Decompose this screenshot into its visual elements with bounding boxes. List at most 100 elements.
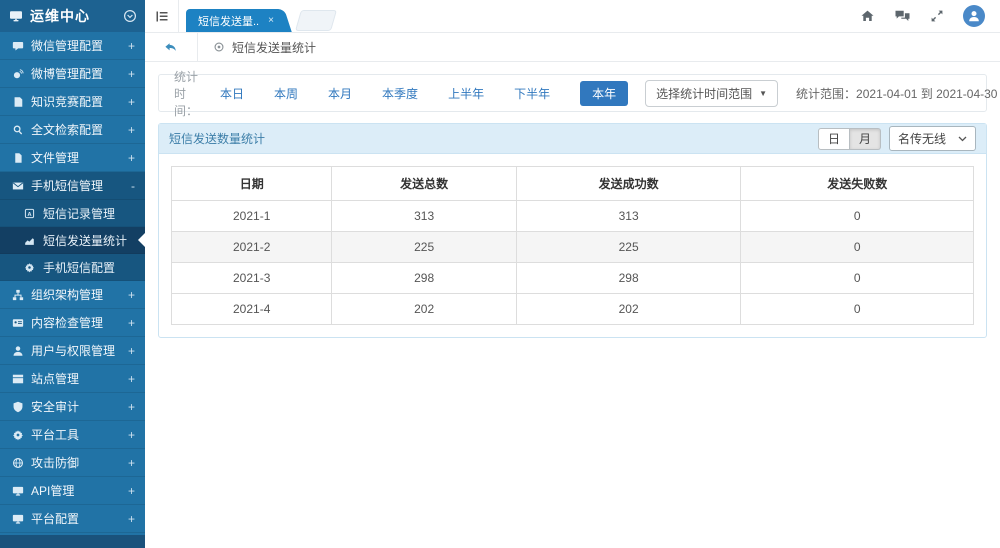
expand-indicator: + bbox=[128, 344, 135, 358]
expand-indicator: + bbox=[128, 400, 135, 414]
sidebar-item-label: 短信记录管理 bbox=[43, 205, 115, 222]
chevron-circle-icon[interactable] bbox=[123, 9, 137, 23]
monitor-icon bbox=[11, 512, 24, 525]
sidebar-item-label: 平台工具 bbox=[31, 426, 121, 443]
file-icon bbox=[11, 151, 24, 164]
globe-icon bbox=[11, 456, 24, 469]
sidebar-item-sms-config[interactable]: 手机短信配置 bbox=[0, 254, 145, 281]
sidebar-item-site-management[interactable]: 站点管理+ bbox=[0, 365, 145, 393]
user-icon bbox=[11, 344, 24, 357]
table-header-cell: 发送成功数 bbox=[516, 167, 741, 201]
sidebar-item-label: API管理 bbox=[31, 482, 121, 499]
chevron-down-icon bbox=[958, 136, 967, 142]
sidebar-item-label: 短信发送量统计 bbox=[43, 232, 127, 249]
fullscreen-icon[interactable] bbox=[930, 9, 944, 23]
view-toggle-day[interactable]: 日 bbox=[818, 128, 850, 150]
panel-title: 短信发送数量统计 bbox=[169, 130, 818, 147]
sidebar-item-platform-tools[interactable]: 平台工具 + bbox=[0, 421, 145, 449]
expand-indicator: - bbox=[131, 179, 135, 193]
inactive-tab-ghost bbox=[295, 10, 337, 31]
table-cell: 202 bbox=[332, 294, 516, 325]
table-cell: 0 bbox=[741, 201, 974, 232]
sidebar-item-label: 用户与权限管理 bbox=[31, 342, 121, 359]
sidebar-item-sms-management[interactable]: 手机短信管理- bbox=[0, 172, 145, 200]
sidebar-item-security-audit[interactable]: 安全审计+ bbox=[0, 393, 145, 421]
shield-icon bbox=[11, 400, 24, 413]
sidebar-item-user-permission[interactable]: 用户与权限管理 + bbox=[0, 337, 145, 365]
sidebar-item-weibo-config[interactable]: 微博管理配置+ bbox=[0, 60, 145, 88]
expand-indicator: + bbox=[128, 316, 135, 330]
expand-indicator: + bbox=[128, 39, 135, 53]
stats-table: 日期发送总数发送成功数发送失败数2021-131331302021-222522… bbox=[171, 166, 974, 325]
filter-range-this-month[interactable]: 本月 bbox=[328, 85, 352, 102]
sidebar-item-quiz-config[interactable]: 知识竞赛配置 + bbox=[0, 88, 145, 116]
tab-sms-volume-stats[interactable]: 短信发送量.. × bbox=[186, 9, 280, 32]
sidebar-item-label: 攻击防御 bbox=[31, 454, 121, 471]
sidebar-item-sms-record-management[interactable]: A短信记录管理 bbox=[0, 200, 145, 227]
filter-range-second-half[interactable]: 下半年 bbox=[514, 85, 550, 102]
filter-range-this-year[interactable]: 本年 bbox=[580, 81, 628, 106]
table-cell: 225 bbox=[332, 232, 516, 263]
panel-header: 短信发送数量统计 日月 名传无线 bbox=[159, 124, 986, 154]
comments-icon[interactable] bbox=[894, 9, 911, 23]
sidebar-item-platform-config[interactable]: 平台配置+ bbox=[0, 505, 145, 533]
table-row: 2021-22252250 bbox=[172, 232, 974, 263]
search-icon bbox=[11, 123, 24, 136]
table-cell: 0 bbox=[741, 232, 974, 263]
sidebar-item-label: 知识竞赛配置 bbox=[31, 93, 121, 110]
chart-icon bbox=[24, 234, 36, 246]
expand-indicator: + bbox=[128, 151, 135, 165]
filter-bar: 统计时间： 本日本周本月本季度上半年下半年本年 选择统计时间范围 ▼ 统计范围：… bbox=[158, 74, 987, 112]
expand-indicator: + bbox=[128, 372, 135, 386]
expand-indicator: + bbox=[128, 512, 135, 526]
sidebar-item-fulltext-search[interactable]: 全文检索配置+ bbox=[0, 116, 145, 144]
app-header: 运维中心 bbox=[0, 0, 145, 32]
filter-range-this-quarter[interactable]: 本季度 bbox=[382, 85, 418, 102]
home-icon[interactable] bbox=[860, 9, 875, 23]
tab-close-icon[interactable]: × bbox=[268, 15, 274, 26]
back-button[interactable] bbox=[145, 33, 198, 61]
filter-range-today[interactable]: 本日 bbox=[220, 85, 244, 102]
tab-bar: 短信发送量.. × bbox=[179, 0, 845, 32]
sidebar-item-content-check[interactable]: 内容检查管理 + bbox=[0, 309, 145, 337]
sidebar: 运维中心 微信管理配置 + 微博管理配置+ 知识竞赛配置 + 全文检索配置+ 文件管理 + 手机… bbox=[0, 0, 145, 548]
user-avatar[interactable] bbox=[963, 5, 985, 27]
sidebar-toggle-icon[interactable] bbox=[145, 0, 179, 32]
sidebar-item-sms-volume-stats[interactable]: 短信发送量统计 bbox=[0, 227, 145, 254]
sidebar-item-org-structure[interactable]: 组织架构管理+ bbox=[0, 281, 145, 309]
monitor-icon bbox=[11, 484, 24, 497]
sidebar-item-label: 手机短信配置 bbox=[43, 259, 115, 276]
view-toggle-month[interactable]: 月 bbox=[850, 128, 881, 150]
breadcrumb: 短信发送量统计 bbox=[198, 33, 316, 61]
app-title: 运维中心 bbox=[30, 6, 117, 26]
channel-select[interactable]: 名传无线 bbox=[889, 126, 976, 151]
sidebar-item-attack-defense[interactable]: 攻击防御+ bbox=[0, 449, 145, 477]
sidebar-item-api-management[interactable]: API管理 + bbox=[0, 477, 145, 505]
topbar: 短信发送量.. × bbox=[145, 0, 1000, 33]
sidebar-item-label: 内容检查管理 bbox=[31, 314, 121, 331]
sidebar-item-file-management[interactable]: 文件管理 + bbox=[0, 144, 145, 172]
filter-range-this-week[interactable]: 本周 bbox=[274, 85, 298, 102]
sidebar-item-wechat-config[interactable]: 微信管理配置 + bbox=[0, 32, 145, 60]
filter-range-first-half[interactable]: 上半年 bbox=[448, 85, 484, 102]
table-header-cell: 发送失败数 bbox=[741, 167, 974, 201]
table-cell: 2021-3 bbox=[172, 263, 332, 294]
panel-body: 日期发送总数发送成功数发送失败数2021-131331302021-222522… bbox=[159, 154, 986, 337]
filter-label: 统计时间： bbox=[174, 68, 198, 119]
content: 统计时间： 本日本周本月本季度上半年下半年本年 选择统计时间范围 ▼ 统计范围：… bbox=[145, 62, 1000, 548]
main-area: 短信发送量.. × bbox=[145, 0, 1000, 548]
table-cell: 2021-1 bbox=[172, 201, 332, 232]
expand-indicator: + bbox=[128, 428, 135, 442]
table-cell: 298 bbox=[332, 263, 516, 294]
table-cell: 2021-2 bbox=[172, 232, 332, 263]
topbar-icons bbox=[845, 0, 1000, 32]
expand-indicator: + bbox=[128, 95, 135, 109]
envelope-icon bbox=[11, 179, 24, 192]
sidebar-item-label: 微信管理配置 bbox=[31, 37, 121, 54]
table-cell: 313 bbox=[516, 201, 741, 232]
table-cell: 2021-4 bbox=[172, 294, 332, 325]
breadcrumb-bar: 短信发送量统计 bbox=[145, 33, 1000, 62]
sidebar-item-label: 文件管理 bbox=[31, 149, 121, 166]
expand-indicator: + bbox=[128, 484, 135, 498]
range-picker-button[interactable]: 选择统计时间范围 ▼ bbox=[645, 80, 778, 107]
